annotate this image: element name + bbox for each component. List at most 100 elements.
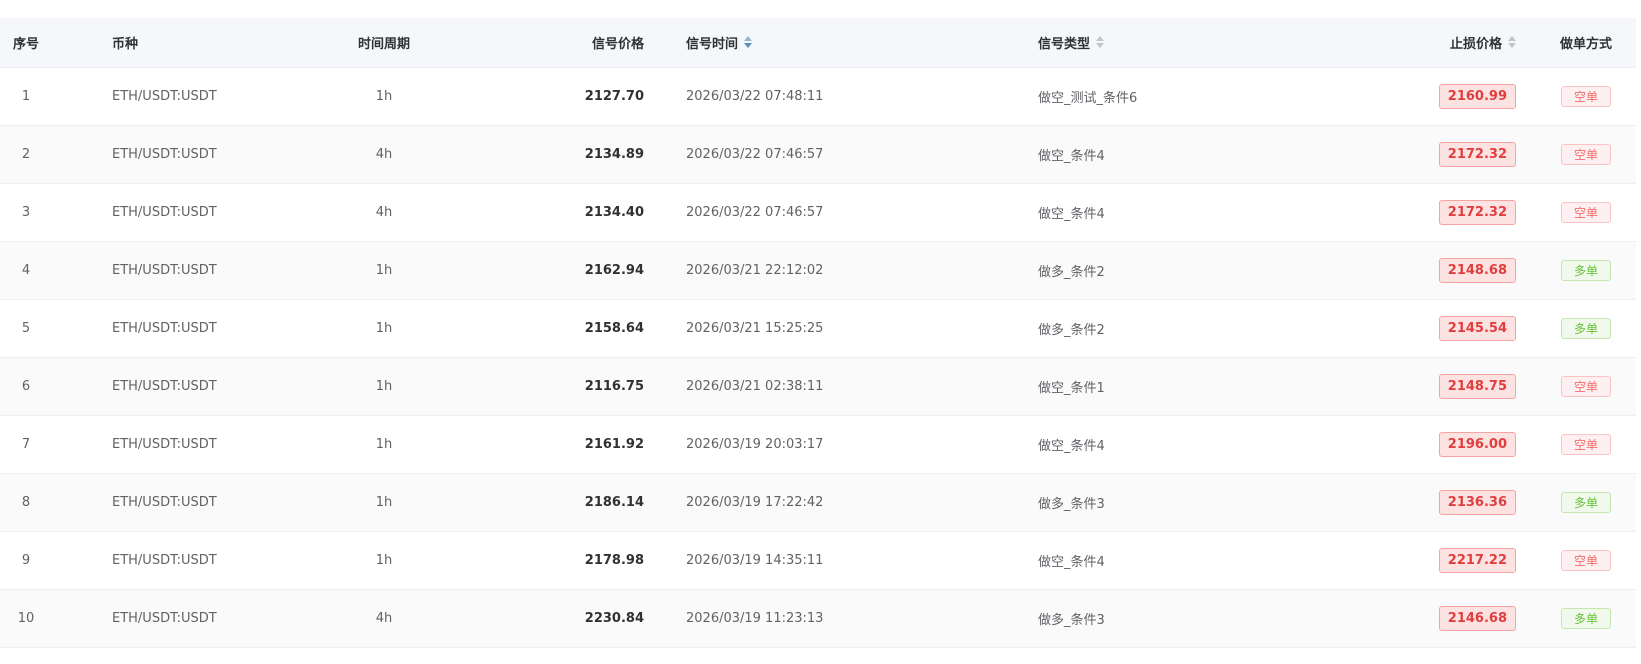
cell-symbol: ETH/USDT:USDT — [52, 183, 334, 242]
side-tag: 多单 — [1560, 607, 1611, 629]
cell-period: 1h — [334, 415, 434, 474]
cell-index: 3 — [0, 183, 52, 242]
table-row[interactable]: 1 ETH/USDT:USDT 1h 2127.70 2026/03/22 07… — [0, 67, 1636, 126]
cell-signal-type: 做多_条件2 — [1030, 299, 1304, 358]
cell-signal-time: 2026/03/22 07:46:57 — [664, 183, 1030, 242]
cell-period: 1h — [334, 473, 434, 532]
side-tag: 空单 — [1560, 143, 1611, 165]
side-tag: 多单 — [1560, 259, 1611, 281]
cell-signal-price: 2162.94 — [434, 241, 664, 300]
table-row[interactable]: 3 ETH/USDT:USDT 4h 2134.40 2026/03/22 07… — [0, 183, 1636, 242]
cell-side: 空单 — [1536, 415, 1636, 474]
signals-table: 序号 币种 时间周期 信号价格 信号时间 信号类型 止损价格 做单方式 1 ET… — [0, 18, 1636, 648]
cell-signal-time: 2026/03/21 22:12:02 — [664, 241, 1030, 300]
cell-index: 10 — [0, 589, 52, 648]
table-header-row: 序号 币种 时间周期 信号价格 信号时间 信号类型 止损价格 做单方式 — [0, 18, 1636, 68]
cell-period: 1h — [334, 357, 434, 416]
stop-price-tag: 2196.00 — [1438, 431, 1516, 457]
table-row[interactable]: 8 ETH/USDT:USDT 1h 2186.14 2026/03/19 17… — [0, 473, 1636, 532]
column-header-index: 序号 — [0, 18, 52, 68]
stop-price-tag: 2148.75 — [1438, 373, 1516, 399]
signals-table-container: 序号 币种 时间周期 信号价格 信号时间 信号类型 止损价格 做单方式 1 ET… — [0, 18, 1636, 648]
cell-signal-time: 2026/03/19 11:23:13 — [664, 589, 1030, 648]
side-tag: 空单 — [1560, 549, 1611, 571]
table-body: 1 ETH/USDT:USDT 1h 2127.70 2026/03/22 07… — [0, 67, 1636, 648]
column-header-period: 时间周期 — [334, 18, 434, 68]
sort-icon[interactable] — [1508, 36, 1516, 49]
cell-signal-type: 做空_条件4 — [1030, 125, 1304, 184]
stop-price-tag: 2172.32 — [1438, 141, 1516, 167]
cell-period: 1h — [334, 299, 434, 358]
cell-signal-price: 2134.89 — [434, 125, 664, 184]
table-row[interactable]: 6 ETH/USDT:USDT 1h 2116.75 2026/03/21 02… — [0, 357, 1636, 416]
cell-signal-type: 做多_条件2 — [1030, 241, 1304, 300]
cell-signal-type: 做多_条件3 — [1030, 589, 1304, 648]
cell-index: 7 — [0, 415, 52, 474]
cell-index: 4 — [0, 241, 52, 300]
sort-icon[interactable] — [744, 36, 753, 49]
column-header-signal-type-label: 信号类型 — [1038, 36, 1091, 52]
side-tag: 空单 — [1560, 201, 1611, 223]
cell-signal-time: 2026/03/21 15:25:25 — [664, 299, 1030, 358]
side-tag: 多单 — [1560, 491, 1611, 513]
cell-index: 2 — [0, 125, 52, 184]
cell-side: 多单 — [1536, 241, 1636, 300]
table-row[interactable]: 9 ETH/USDT:USDT 1h 2178.98 2026/03/19 14… — [0, 531, 1636, 590]
column-header-stop-price[interactable]: 止损价格 — [1304, 18, 1536, 68]
cell-index: 9 — [0, 531, 52, 590]
column-header-signal-time[interactable]: 信号时间 — [664, 18, 1030, 68]
stop-price-tag: 2148.68 — [1438, 257, 1516, 283]
cell-side: 空单 — [1536, 357, 1636, 416]
column-header-symbol: 币种 — [52, 18, 334, 68]
column-header-signal-price: 信号价格 — [434, 18, 664, 68]
stop-price-tag: 2145.54 — [1438, 315, 1516, 341]
cell-stop-price: 2148.75 — [1304, 357, 1536, 416]
column-header-signal-time-label: 信号时间 — [686, 36, 739, 52]
cell-signal-time: 2026/03/22 07:46:57 — [664, 125, 1030, 184]
cell-stop-price: 2172.32 — [1304, 125, 1536, 184]
cell-side: 多单 — [1536, 589, 1636, 648]
cell-signal-time: 2026/03/21 02:38:11 — [664, 357, 1030, 416]
column-header-side: 做单方式 — [1536, 18, 1636, 68]
cell-side: 多单 — [1536, 473, 1636, 532]
cell-signal-price: 2186.14 — [434, 473, 664, 532]
cell-symbol: ETH/USDT:USDT — [52, 473, 334, 532]
cell-symbol: ETH/USDT:USDT — [52, 125, 334, 184]
side-tag: 空单 — [1560, 375, 1611, 397]
cell-signal-type: 做空_测试_条件6 — [1030, 67, 1304, 126]
cell-signal-price: 2116.75 — [434, 357, 664, 416]
table-row[interactable]: 4 ETH/USDT:USDT 1h 2162.94 2026/03/21 22… — [0, 241, 1636, 300]
cell-period: 1h — [334, 67, 434, 126]
cell-signal-price: 2158.64 — [434, 299, 664, 358]
cell-signal-price: 2127.70 — [434, 67, 664, 126]
column-header-stop-price-label: 止损价格 — [1449, 36, 1502, 52]
cell-stop-price: 2136.36 — [1304, 473, 1536, 532]
table-row[interactable]: 10 ETH/USDT:USDT 4h 2230.84 2026/03/19 1… — [0, 589, 1636, 648]
table-row[interactable]: 2 ETH/USDT:USDT 4h 2134.89 2026/03/22 07… — [0, 125, 1636, 184]
cell-stop-price: 2146.68 — [1304, 589, 1536, 648]
cell-index: 1 — [0, 67, 52, 126]
table-row[interactable]: 7 ETH/USDT:USDT 1h 2161.92 2026/03/19 20… — [0, 415, 1636, 474]
cell-signal-type: 做空_条件1 — [1030, 357, 1304, 416]
cell-stop-price: 2217.22 — [1304, 531, 1536, 590]
cell-index: 8 — [0, 473, 52, 532]
sort-icon[interactable] — [1096, 36, 1105, 49]
cell-signal-type: 做空_条件4 — [1030, 531, 1304, 590]
cell-symbol: ETH/USDT:USDT — [52, 531, 334, 590]
cell-symbol: ETH/USDT:USDT — [52, 589, 334, 648]
side-tag: 空单 — [1560, 85, 1611, 107]
cell-signal-type: 做多_条件3 — [1030, 473, 1304, 532]
cell-stop-price: 2145.54 — [1304, 299, 1536, 358]
side-tag: 空单 — [1560, 433, 1611, 455]
column-header-signal-type[interactable]: 信号类型 — [1030, 18, 1304, 68]
side-tag: 多单 — [1560, 317, 1611, 339]
cell-side: 多单 — [1536, 299, 1636, 358]
cell-signal-type: 做空_条件4 — [1030, 415, 1304, 474]
cell-symbol: ETH/USDT:USDT — [52, 357, 334, 416]
stop-price-tag: 2172.32 — [1438, 199, 1516, 225]
cell-period: 4h — [334, 125, 434, 184]
cell-side: 空单 — [1536, 183, 1636, 242]
cell-signal-time: 2026/03/19 17:22:42 — [664, 473, 1030, 532]
table-row[interactable]: 5 ETH/USDT:USDT 1h 2158.64 2026/03/21 15… — [0, 299, 1636, 358]
cell-symbol: ETH/USDT:USDT — [52, 299, 334, 358]
